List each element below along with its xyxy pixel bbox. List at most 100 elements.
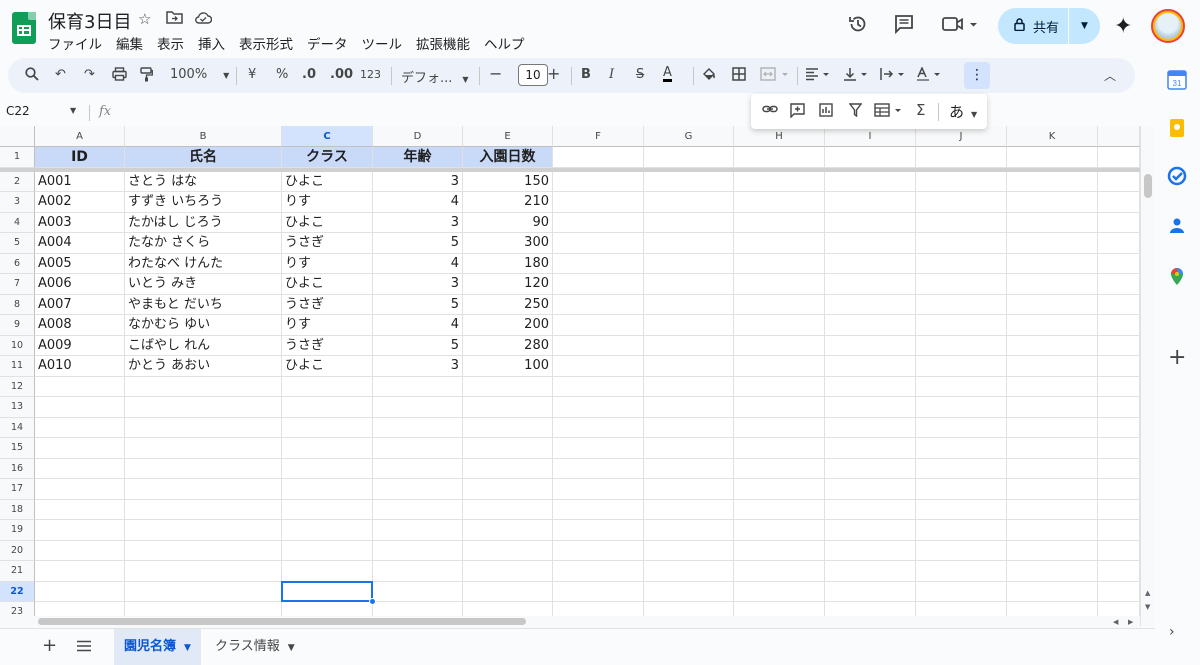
empty-cell[interactable] xyxy=(35,397,125,418)
empty-cell[interactable] xyxy=(1007,417,1098,438)
table-cell[interactable]: 90 xyxy=(463,212,553,233)
empty-cell[interactable] xyxy=(825,561,916,582)
table-cell[interactable]: A001 xyxy=(35,171,125,192)
menu-file[interactable]: ファイル xyxy=(48,33,109,53)
empty-cell[interactable] xyxy=(644,294,734,315)
empty-cell[interactable] xyxy=(825,602,916,616)
table-cell[interactable]: 4 xyxy=(373,192,463,213)
empty-cell[interactable] xyxy=(916,253,1007,274)
row-header-16[interactable]: 16 xyxy=(0,458,35,479)
empty-cell[interactable] xyxy=(644,192,734,213)
empty-cell[interactable] xyxy=(553,581,644,602)
empty-cell[interactable] xyxy=(1098,171,1140,192)
empty-cell[interactable] xyxy=(125,458,282,479)
empty-cell[interactable] xyxy=(282,458,373,479)
empty-cell[interactable] xyxy=(734,356,825,377)
empty-cell[interactable] xyxy=(1007,315,1098,336)
table-cell[interactable]: なかむら ゆい xyxy=(125,315,282,336)
empty-cell[interactable] xyxy=(1098,335,1140,356)
spreadsheet-grid[interactable]: A B C D E F G H I J K 1 ID 氏名 クラス 年齢 入園日数 2 A001 さとう はな ひよこ 3… xyxy=(0,126,1140,616)
calendar-icon[interactable]: 31 xyxy=(1167,70,1187,90)
table-cell[interactable]: 5 xyxy=(373,335,463,356)
empty-cell[interactable] xyxy=(1098,417,1140,438)
currency-format-button[interactable]: ¥ xyxy=(248,67,256,82)
column-header-h[interactable]: H xyxy=(734,126,825,147)
empty-cell[interactable] xyxy=(916,192,1007,213)
empty-cell[interactable] xyxy=(1098,356,1140,377)
more-options-icon[interactable]: ⋮ xyxy=(964,62,990,89)
tasks-icon[interactable] xyxy=(1167,166,1187,186)
empty-cell[interactable] xyxy=(734,561,825,582)
empty-cell[interactable] xyxy=(916,458,1007,479)
empty-cell[interactable] xyxy=(734,147,825,168)
input-tools-button[interactable]: あ ▼ xyxy=(949,101,977,122)
empty-cell[interactable] xyxy=(916,499,1007,520)
table-cell[interactable]: 210 xyxy=(463,192,553,213)
table-cell[interactable]: A003 xyxy=(35,212,125,233)
table-cell[interactable]: 5 xyxy=(373,233,463,254)
table-cell[interactable]: ひよこ xyxy=(282,274,373,295)
empty-cell[interactable] xyxy=(1007,253,1098,274)
move-folder-icon[interactable] xyxy=(166,10,183,28)
empty-cell[interactable] xyxy=(825,253,916,274)
empty-cell[interactable] xyxy=(553,212,644,233)
column-header-b[interactable]: B xyxy=(125,126,282,147)
paint-format-icon[interactable] xyxy=(140,67,153,86)
menu-help[interactable]: ヘルプ xyxy=(484,33,532,53)
empty-cell[interactable] xyxy=(553,294,644,315)
table-cell[interactable]: A004 xyxy=(35,233,125,254)
column-header-j[interactable]: J xyxy=(916,126,1007,147)
empty-cell[interactable] xyxy=(373,581,463,602)
empty-cell[interactable] xyxy=(1007,356,1098,377)
empty-cell[interactable] xyxy=(463,417,553,438)
empty-cell[interactable] xyxy=(463,540,553,561)
empty-cell[interactable] xyxy=(553,479,644,500)
empty-cell[interactable] xyxy=(553,540,644,561)
empty-cell[interactable] xyxy=(825,376,916,397)
row-header-9[interactable]: 9 xyxy=(0,315,35,336)
row-header-2[interactable]: 2 xyxy=(0,171,35,192)
empty-cell[interactable] xyxy=(734,212,825,233)
empty-cell[interactable] xyxy=(282,520,373,541)
empty-cell[interactable] xyxy=(282,397,373,418)
empty-cell[interactable] xyxy=(1098,192,1140,213)
empty-cell[interactable] xyxy=(463,561,553,582)
empty-cell[interactable] xyxy=(125,581,282,602)
empty-cell[interactable] xyxy=(282,561,373,582)
table-cell[interactable]: A005 xyxy=(35,253,125,274)
empty-cell[interactable] xyxy=(553,335,644,356)
empty-cell[interactable] xyxy=(35,540,125,561)
empty-cell[interactable] xyxy=(1007,274,1098,295)
decrease-decimal-button[interactable]: .0 xyxy=(302,67,316,82)
empty-cell[interactable] xyxy=(825,397,916,418)
empty-cell[interactable] xyxy=(825,171,916,192)
cloud-saved-icon[interactable] xyxy=(194,10,213,28)
table-cell[interactable]: 250 xyxy=(463,294,553,315)
get-addons-icon[interactable]: + xyxy=(1168,345,1186,370)
font-select[interactable]: デフォ... ▼ xyxy=(401,67,469,86)
empty-cell[interactable] xyxy=(1007,520,1098,541)
table-cell[interactable]: 100 xyxy=(463,356,553,377)
table-cell[interactable]: 200 xyxy=(463,315,553,336)
row-header-6[interactable]: 6 xyxy=(0,253,35,274)
empty-cell[interactable] xyxy=(463,397,553,418)
table-cell[interactable]: A009 xyxy=(35,335,125,356)
meet-video-icon[interactable] xyxy=(942,14,980,39)
empty-cell[interactable] xyxy=(1007,335,1098,356)
row-header-10[interactable]: 10 xyxy=(0,335,35,356)
menu-view[interactable]: 表示 xyxy=(157,33,191,53)
empty-cell[interactable] xyxy=(644,315,734,336)
empty-cell[interactable] xyxy=(825,540,916,561)
vertical-scrollbar[interactable]: ▲ ▼ xyxy=(1140,126,1155,626)
empty-cell[interactable] xyxy=(734,171,825,192)
horizontal-scroll-thumb[interactable] xyxy=(38,618,526,625)
text-color-icon[interactable]: A xyxy=(663,66,672,82)
empty-cell[interactable] xyxy=(553,253,644,274)
row-header-3[interactable]: 3 xyxy=(0,192,35,213)
row-header-22[interactable]: 22 xyxy=(0,581,35,602)
empty-cell[interactable] xyxy=(644,581,734,602)
select-all-corner[interactable] xyxy=(0,126,35,147)
empty-cell[interactable] xyxy=(734,315,825,336)
empty-cell[interactable] xyxy=(553,147,644,168)
empty-cell[interactable] xyxy=(1098,253,1140,274)
